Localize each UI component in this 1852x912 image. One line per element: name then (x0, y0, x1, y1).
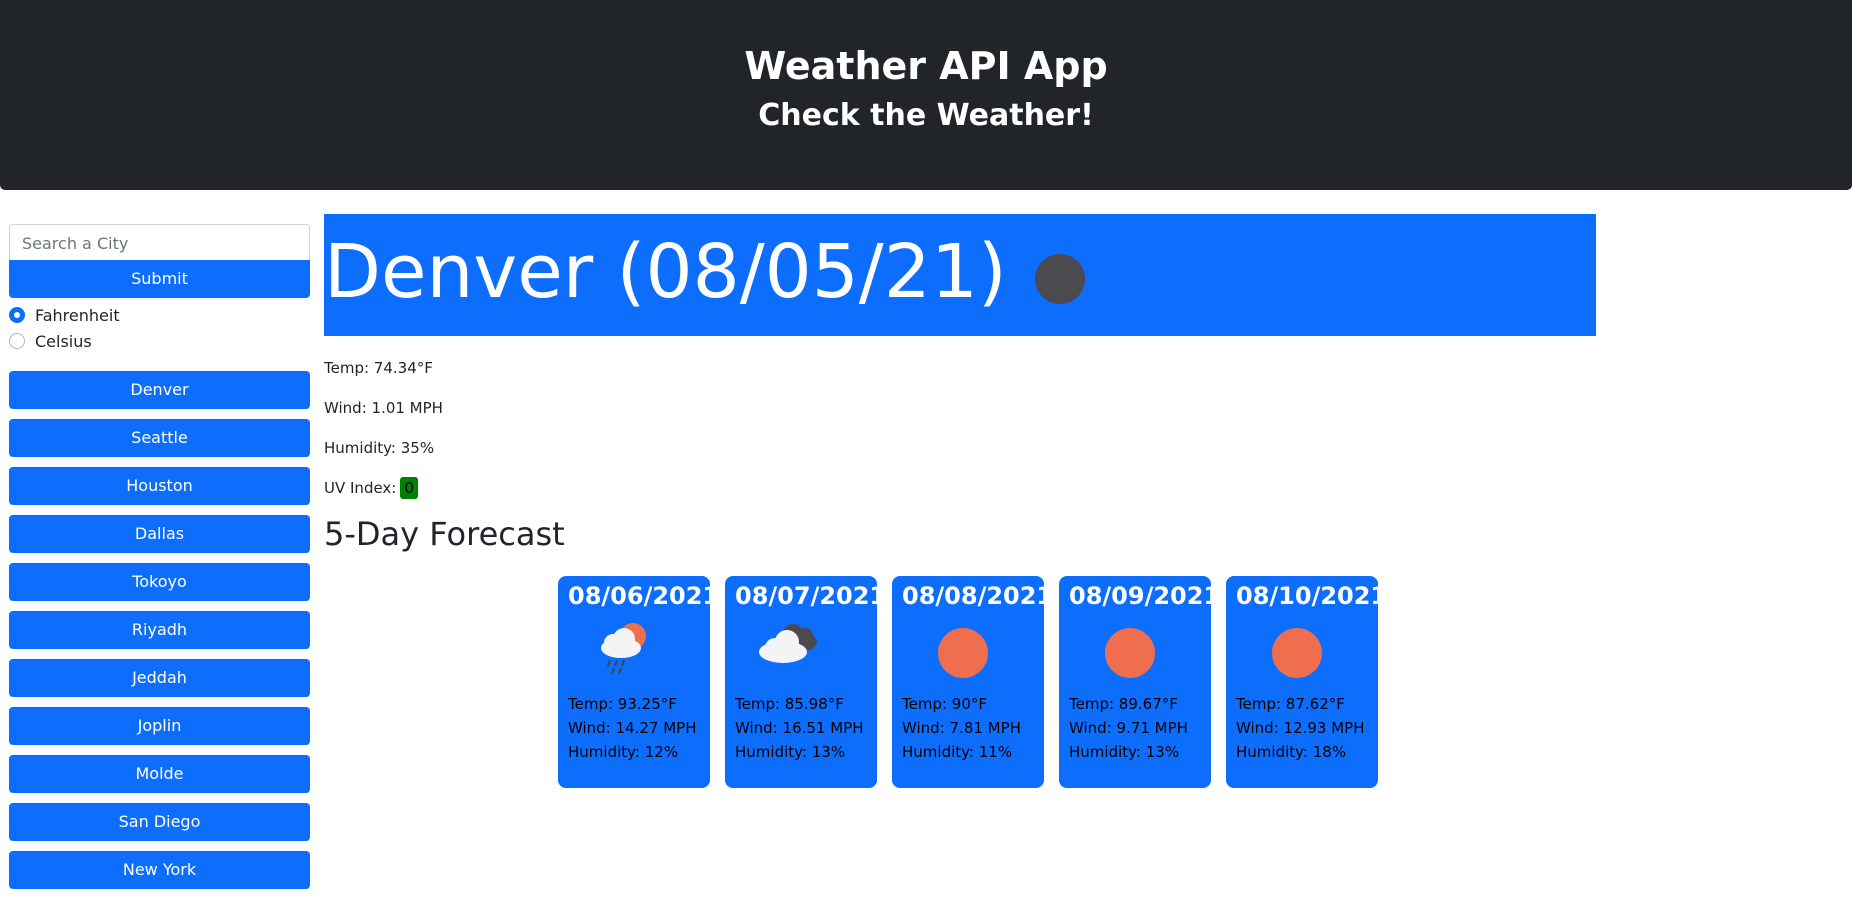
clear-sun-icon-wrap (1069, 612, 1201, 692)
forecast-temp: Temp: 90°F (902, 695, 988, 713)
forecast-title: 5-Day Forecast (324, 515, 565, 553)
app-title: Weather API App (744, 44, 1108, 88)
forecast-card: 08/08/2021 Temp: 90°F Wind: 7.81 MPH Hum… (892, 576, 1054, 788)
unit-option-celsius[interactable]: Celsius (9, 328, 310, 354)
uv-badge: 0 (400, 477, 418, 499)
forecast-temp: Temp: 85.98°F (735, 695, 844, 713)
forecast-humidity: Humidity: 18% (1236, 743, 1347, 761)
sidebar: Submit Fahrenheit Celsius Denver Seattle… (9, 224, 310, 899)
forecast-date: 08/09/2021 (1069, 582, 1221, 610)
night-clear-icon (1034, 254, 1085, 304)
city-button-molde[interactable]: Molde (9, 755, 310, 793)
forecast-card: 08/10/2021 Temp: 87.62°F Wind: 12.93 MPH… (1226, 576, 1388, 788)
clear-sun-icon (1272, 628, 1322, 678)
forecast-card: 08/09/2021 Temp: 89.67°F Wind: 9.71 MPH … (1059, 576, 1221, 788)
unit-option-fahrenheit[interactable]: Fahrenheit (9, 302, 310, 328)
clear-sun-icon-wrap (902, 612, 1034, 692)
forecast-wind: Wind: 9.71 MPH (1069, 719, 1188, 737)
current-uv: UV Index: 0 (324, 468, 1596, 508)
clear-sun-icon-wrap (1236, 612, 1368, 692)
city-button-dallas[interactable]: Dallas (9, 515, 310, 553)
forecast-date: 08/06/2021 (568, 582, 720, 610)
forecast-wind: Wind: 14.27 MPH (568, 719, 697, 737)
forecast-card: 08/07/2021 Temp: 85.98°F Wind: 16.51 MPH… (725, 576, 887, 788)
city-button-san-diego[interactable]: San Diego (9, 803, 310, 841)
forecast-humidity: Humidity: 13% (1069, 743, 1180, 761)
current-city-title: Denver (08/05/21) (324, 229, 1007, 315)
forecast-temp: Temp: 87.62°F (1236, 695, 1345, 713)
clear-sun-icon (1105, 628, 1155, 678)
rain-cloud-sun-icon (568, 612, 700, 692)
current-stats: Temp: 74.34°F Wind: 1.01 MPH Humidity: 3… (324, 348, 1596, 508)
forecast-wind: Wind: 16.51 MPH (735, 719, 864, 737)
current-humidity: Humidity: 35% (324, 439, 435, 457)
city-button-new-york[interactable]: New York (9, 851, 310, 889)
forecast-temp: Temp: 89.67°F (1069, 695, 1178, 713)
forecast-card: 08/06/2021 Temp: 93.25°F Wind: 14.27 MPH… (558, 576, 720, 788)
clear-sun-icon (938, 628, 988, 678)
current-weather-section: Denver (08/05/21) Temp: 74.34°F Wind: 1.… (324, 214, 1596, 554)
forecast-temp: Temp: 93.25°F (568, 695, 677, 713)
forecast-humidity: Humidity: 13% (735, 743, 846, 761)
forecast-date: 08/10/2021 (1236, 582, 1388, 610)
app-subtitle: Check the Weather! (758, 98, 1094, 133)
forecast-date: 08/08/2021 (902, 582, 1054, 610)
uv-label: UV Index: (324, 479, 397, 497)
city-button-joplin[interactable]: Joplin (9, 707, 310, 745)
forecast-cards: 08/06/2021 Temp: 93.25°F Wind: 14.27 MPH… (558, 576, 1393, 788)
city-button-seattle[interactable]: Seattle (9, 419, 310, 457)
forecast-wind: Wind: 12.93 MPH (1236, 719, 1365, 737)
search-input[interactable] (9, 224, 310, 262)
current-wind: Wind: 1.01 MPH (324, 399, 443, 417)
current-weather-banner: Denver (08/05/21) (324, 214, 1596, 336)
city-button-denver[interactable]: Denver (9, 371, 310, 409)
city-button-tokoyo[interactable]: Tokoyo (9, 563, 310, 601)
fahrenheit-label: Fahrenheit (35, 305, 120, 325)
city-button-jeddah[interactable]: Jeddah (9, 659, 310, 697)
celsius-radio[interactable] (9, 333, 25, 349)
forecast-wind: Wind: 7.81 MPH (902, 719, 1021, 737)
city-history-list: Denver Seattle Houston Dallas Tokoyo Riy… (9, 371, 310, 889)
forecast-humidity: Humidity: 12% (568, 743, 679, 761)
current-temp: Temp: 74.34°F (324, 359, 433, 377)
celsius-label: Celsius (35, 331, 92, 351)
city-button-riyadh[interactable]: Riyadh (9, 611, 310, 649)
broken-clouds-icon (735, 612, 867, 692)
forecast-date: 08/07/2021 (735, 582, 887, 610)
page-header: Weather API App Check the Weather! (0, 0, 1852, 190)
forecast-humidity: Humidity: 11% (902, 743, 1013, 761)
city-button-houston[interactable]: Houston (9, 467, 310, 505)
fahrenheit-radio[interactable] (9, 307, 25, 323)
submit-button[interactable]: Submit (9, 260, 310, 298)
